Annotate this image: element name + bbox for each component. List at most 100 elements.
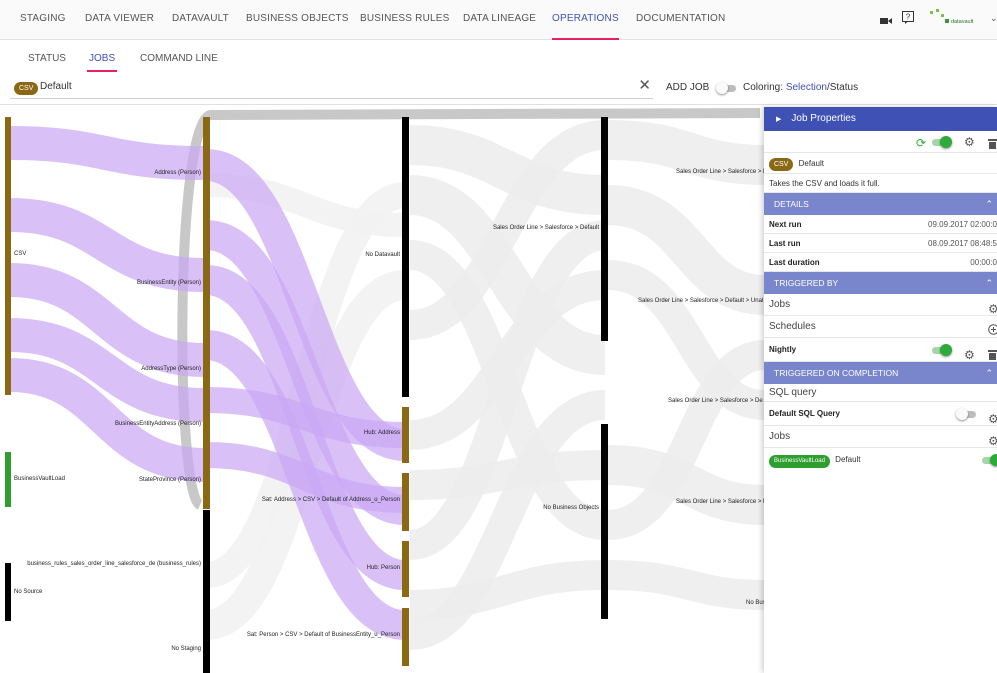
- filter-chip: CSV: [14, 82, 39, 95]
- label-sat-person: Sat: Person > CSV > Default of BusinessE…: [246, 632, 400, 638]
- node-sat-person[interactable]: [402, 608, 409, 666]
- panel-header[interactable]: ▶ Job Properties: [764, 107, 997, 131]
- label-no-staging: No Staging: [171, 646, 201, 652]
- coloring-selection[interactable]: Selection: [786, 82, 827, 93]
- completion-jobs-subheader: Jobs ⚙: [764, 426, 997, 448]
- sub-navigation: STATUS JOBS COMMAND LINE: [0, 46, 997, 72]
- nav-tab-data-lineage[interactable]: DATA LINEAGE: [463, 0, 536, 40]
- completion-job-toggle[interactable]: [980, 454, 997, 466]
- details-title: DETAILS: [774, 199, 809, 209]
- nav-tab-staging[interactable]: STAGING: [20, 0, 66, 40]
- node-sat-address[interactable]: [402, 473, 409, 531]
- nav-tab-business-rules[interactable]: BUSINESS RULES: [360, 0, 450, 40]
- details-section-header[interactable]: DETAILS ⌃: [764, 193, 997, 215]
- schedule-toggle[interactable]: [930, 344, 952, 356]
- label-hub-address: Hub: Address: [363, 430, 400, 436]
- coloring-toggle[interactable]: [716, 82, 738, 94]
- filter-value: Default: [40, 81, 72, 92]
- last-duration-value: 00:00:0: [970, 258, 997, 267]
- label-address-type-person: AddressType (Person): [141, 366, 201, 372]
- triggered-on-completion-section-header[interactable]: TRIGGERED ON COMPLETION ⌃: [764, 362, 997, 384]
- job-properties-panel: ▶ Job Properties ⟳ ⚙ CSV Default Takes th…: [764, 107, 997, 673]
- completion-job-name: Default: [835, 455, 861, 464]
- label-business-entity-address-person: BusinessEntityAddress (Person): [114, 421, 201, 427]
- label-sol-c2: Sales Order Line > Salesforce > Default …: [638, 298, 764, 304]
- node-business-vault-load[interactable]: [5, 452, 11, 507]
- label-sat-address: Sat: Address > CSV > Default of Address_…: [261, 497, 400, 503]
- job-description: Takes the CSV and loads it full.: [764, 174, 997, 193]
- label-business-vault-load: BusinessVaultLoad: [14, 476, 65, 482]
- sql-query-subheader: SQL query: [764, 384, 997, 402]
- detail-next-run: Next run 09.09.2017 02:00:0: [764, 215, 997, 234]
- triggered-on-completion-title: TRIGGERED ON COMPLETION: [774, 368, 899, 378]
- coloring-status[interactable]: Status: [830, 82, 858, 93]
- caret-right-icon: ▶: [776, 116, 782, 123]
- detail-last-run: Last run 08.09.2017 08:48:5: [764, 234, 997, 253]
- video-camera-icon[interactable]: [880, 13, 892, 31]
- coloring-prefix: Coloring:: [743, 82, 786, 93]
- schedule-name: Nightly: [769, 345, 797, 354]
- triggered-by-section-header[interactable]: TRIGGERED BY ⌃: [764, 272, 997, 294]
- node-sales-order-line-default[interactable]: [601, 117, 608, 341]
- label-address-person: Address (Person): [154, 170, 201, 176]
- coloring-label: Coloring: Selection/Status: [743, 82, 858, 93]
- default-sql-query-label: Default SQL Query: [769, 409, 840, 418]
- detail-last-duration: Last duration 00:00:0: [764, 253, 997, 272]
- jobs-label: Jobs: [769, 299, 791, 310]
- subtab-status[interactable]: STATUS: [28, 46, 66, 72]
- job-name: Default: [798, 159, 824, 168]
- nav-tab-data-viewer[interactable]: DATA VIEWER: [85, 0, 154, 40]
- label-no-business-objects: No Business Objects: [543, 505, 599, 511]
- label-no-source: No Source: [14, 589, 43, 595]
- default-sql-query-row: Default SQL Query ⚙: [764, 402, 997, 426]
- next-run-label: Next run: [769, 220, 802, 229]
- node-no-source[interactable]: [5, 563, 11, 621]
- node-hub-person[interactable]: [402, 541, 409, 597]
- label-no-bus: No Bus: [746, 600, 766, 606]
- node-csv[interactable]: [5, 117, 11, 395]
- triggered-by-jobs: Jobs ⚙: [764, 294, 997, 316]
- node-no-business-objects[interactable]: [601, 424, 608, 619]
- node-staging-person[interactable]: [203, 117, 210, 509]
- node-no-staging[interactable]: [203, 510, 210, 673]
- label-state-province-person: StateProvince (Person): [138, 477, 201, 483]
- clear-icon[interactable]: ✕: [638, 78, 651, 94]
- nav-tab-business-objects[interactable]: BUSINESS OBJECTS: [246, 0, 349, 40]
- subtab-command-line[interactable]: COMMAND LINE: [140, 46, 218, 72]
- chevron-down-icon[interactable]: ⌄: [990, 13, 997, 24]
- job-filter-input[interactable]: CSV Default ✕: [10, 77, 653, 99]
- label-business-entity-person: BusinessEntity (Person): [136, 280, 201, 286]
- panel-title: Job Properties: [791, 113, 856, 124]
- triggered-by-schedules: Schedules: [764, 316, 997, 338]
- refresh-icon[interactable]: ⟳: [916, 134, 926, 153]
- node-no-datavault[interactable]: [402, 117, 409, 397]
- chevron-up-icon: ⌃: [985, 199, 993, 209]
- add-job-button[interactable]: ADD JOB: [666, 82, 709, 93]
- completion-job-chip: BusinessVaultLoad: [769, 455, 830, 468]
- label-sol-c3: Sales Order Line > Salesforce > De: [668, 398, 763, 404]
- last-run-value: 08.09.2017 08:48:5: [928, 239, 997, 248]
- node-hub-address[interactable]: [402, 407, 409, 463]
- logo-text: datavault: [951, 19, 974, 25]
- next-run-value: 09.09.2017 02:00:0: [928, 220, 997, 229]
- chevron-up-icon: ⌃: [985, 368, 993, 378]
- nav-tab-documentation[interactable]: DOCUMENTATION: [636, 0, 725, 40]
- nav-tab-operations[interactable]: OPERATIONS: [552, 0, 619, 40]
- datavault-logo: datavault: [930, 8, 982, 33]
- job-enabled-toggle[interactable]: [930, 136, 952, 148]
- label-no-datavault: No Datavault: [365, 252, 400, 258]
- label-sales-order-line-default: Sales Order Line > Salesforce > Default: [492, 225, 599, 231]
- sql-query-toggle[interactable]: [956, 408, 978, 420]
- help-icon[interactable]: ?: [902, 11, 914, 29]
- completion-job-row: BusinessVaultLoad Default: [764, 448, 997, 472]
- nav-tab-datavault[interactable]: DATAVAULT: [172, 0, 229, 40]
- label-business-rules-node: business_rules_sales_order_line_salesfor…: [27, 561, 201, 567]
- completion-jobs-label: Jobs: [769, 431, 791, 442]
- subtab-jobs[interactable]: JOBS: [87, 46, 118, 72]
- last-duration-label: Last duration: [769, 258, 820, 267]
- top-navigation: STAGING DATA VIEWER DATAVAULT BUSINESS O…: [0, 0, 997, 40]
- gear-icon[interactable]: ⚙: [964, 133, 975, 152]
- label-hub-person: Hub: Person: [366, 565, 400, 571]
- last-run-label: Last run: [769, 239, 801, 248]
- label-sol-c1: Sales Order Line > Salesforce > D: [676, 169, 768, 175]
